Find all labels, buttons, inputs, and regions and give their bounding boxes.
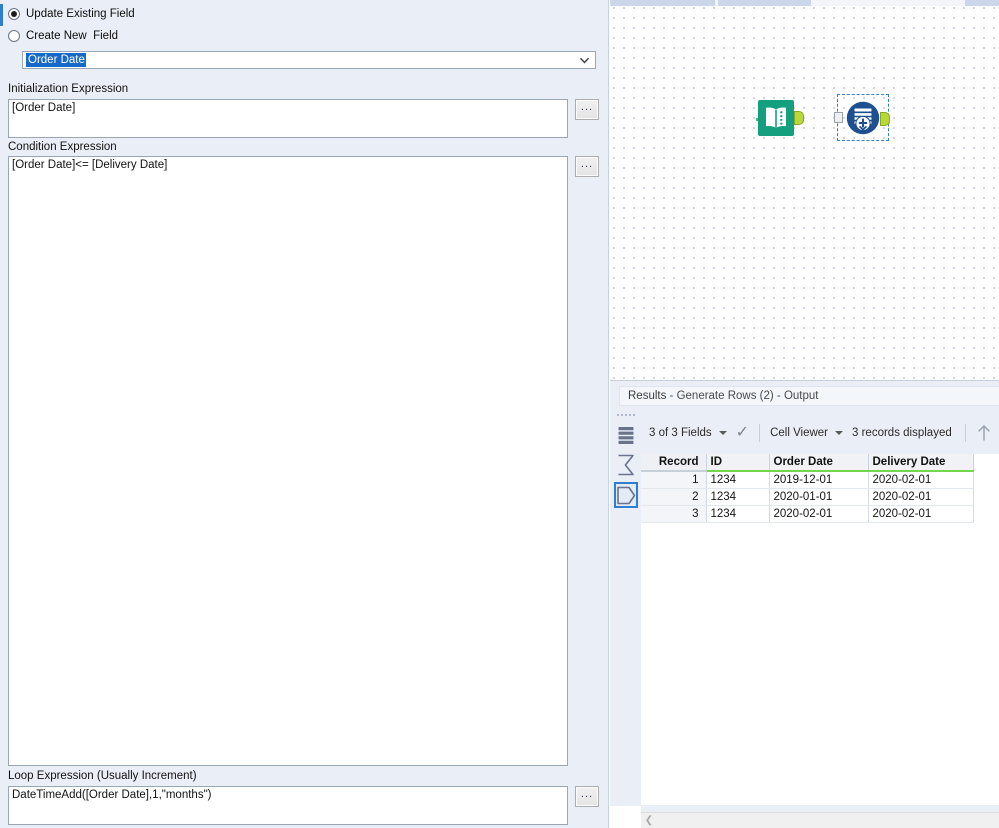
cell-order-date: 2020-02-01: [769, 505, 869, 523]
column-header-id[interactable]: ID: [706, 454, 770, 472]
panel-focus-edge: [0, 4, 3, 26]
toolbar-divider-2: [964, 424, 966, 442]
cell-id: 1234: [706, 505, 770, 523]
results-table-head: Record ID Order Date Delivery Date: [641, 454, 974, 472]
checkmark-icon[interactable]: ✓: [736, 425, 749, 441]
results-title: Results - Generate Rows (2) - Output: [628, 390, 818, 402]
cell-delivery-date: 2020-02-01: [868, 488, 974, 506]
arrow-up-icon[interactable]: [976, 424, 992, 442]
node-generate-rows[interactable]: [834, 101, 890, 138]
summary-sigma-icon[interactable]: [614, 452, 638, 478]
field-select-value: Order Date: [26, 53, 86, 67]
alteryx-window: Update Existing Field Create New Field O…: [0, 0, 999, 828]
initialization-expression-builder-button[interactable]: ...: [575, 99, 599, 120]
cell-record: 3: [641, 505, 707, 523]
field-select-dropdown[interactable]: Order Date: [22, 51, 596, 69]
cell-viewer-label[interactable]: Cell Viewer: [770, 427, 828, 439]
table-row[interactable]: 1 1234 2019-12-01 2020-02-01: [641, 471, 974, 489]
table-view-icon[interactable]: [614, 422, 638, 448]
radio-label-update-existing-field: Update Existing Field: [26, 8, 135, 20]
column-header-record[interactable]: Record: [641, 454, 707, 472]
cell-order-date: 2019-12-01: [769, 471, 869, 489]
cell-order-date: 2020-01-01: [769, 488, 869, 506]
radio-create-new-field[interactable]: Create New Field: [8, 28, 118, 44]
loop-expression-builder-button[interactable]: ...: [575, 786, 599, 807]
output-anchor-generate-rows[interactable]: [880, 112, 890, 126]
results-title-bar: Results - Generate Rows (2) - Output: [619, 386, 999, 406]
cell-id: 1234: [706, 471, 770, 489]
cell-record: 2: [641, 488, 707, 506]
initialization-expression-label: Initialization Expression: [8, 83, 129, 95]
workflow-canvas[interactable]: [610, 0, 999, 380]
condition-expression-text: [Order Date]<= [Delivery Date]: [12, 159, 168, 171]
generate-rows-icon: [846, 101, 880, 138]
radio-mark-create-new-field[interactable]: [8, 30, 20, 42]
condition-expression-label: Condition Expression: [8, 141, 117, 153]
cell-delivery-date: 2020-02-01: [868, 471, 974, 489]
radio-update-existing-field[interactable]: Update Existing Field: [8, 6, 135, 22]
initialization-expression-box[interactable]: [Order Date]: [8, 99, 568, 138]
chevron-down-icon-viewer[interactable]: [835, 431, 844, 435]
results-title-rest: - Generate Rows (2) - Output: [666, 390, 819, 402]
chevron-left-icon[interactable]: ❮: [641, 813, 657, 828]
cell-id: 1234: [706, 488, 770, 506]
results-bottom-left-filler: [610, 806, 641, 828]
loop-expression-text: DateTimeAdd([Order Date],1,"months"): [12, 789, 212, 801]
results-toolbar: 3 of 3 Fields ✓ Cell Viewer 3 records di…: [641, 418, 999, 448]
input-anchor-generate-rows[interactable]: [834, 112, 843, 123]
results-table: Record ID Order Date Delivery Date 1 123…: [641, 454, 974, 523]
loop-expression-box[interactable]: DateTimeAdd([Order Date],1,"months"): [8, 786, 568, 825]
canvas-grid[interactable]: [610, 6, 999, 380]
results-table-container[interactable]: Record ID Order Date Delivery Date 1 123…: [641, 454, 999, 805]
results-sidebar: [610, 412, 641, 828]
node-text-input[interactable]: [758, 100, 804, 139]
condition-expression-builder-button[interactable]: ...: [575, 156, 599, 177]
table-row[interactable]: 2 1234 2020-01-01 2020-02-01: [641, 488, 974, 506]
results-title-prefix: Results: [628, 390, 667, 402]
tool-configuration-panel: Update Existing Field Create New Field O…: [0, 0, 609, 828]
radio-mark-update-existing-field[interactable]: [8, 8, 20, 20]
initialization-expression-text: [Order Date]: [12, 102, 76, 114]
condition-expression-box[interactable]: [Order Date]<= [Delivery Date]: [8, 156, 568, 766]
table-header-row: Record ID Order Date Delivery Date: [641, 454, 974, 472]
book-icon: [758, 100, 794, 139]
records-displayed-label: 3 records displayed: [852, 427, 952, 439]
data-output-icon[interactable]: [614, 482, 638, 508]
chevron-down-icon[interactable]: [580, 56, 589, 65]
toolbar-divider-1: [759, 424, 761, 442]
cell-delivery-date: 2020-02-01: [868, 505, 974, 523]
column-header-order-date[interactable]: Order Date: [769, 454, 869, 472]
output-anchor-text-input[interactable]: [794, 111, 804, 125]
results-horizontal-scrollbar[interactable]: ❮: [641, 812, 999, 828]
chevron-down-icon-fields[interactable]: [718, 431, 727, 435]
radio-label-create-new-field: Create New Field: [26, 30, 119, 42]
loop-expression-label: Loop Expression (Usually Increment): [8, 770, 197, 782]
results-table-body: 1 1234 2019-12-01 2020-02-01 2 1234 2020…: [641, 471, 974, 523]
column-header-delivery-date[interactable]: Delivery Date: [868, 454, 974, 472]
results-sidebar-grip[interactable]: [617, 414, 635, 419]
cell-record: 1: [641, 471, 707, 489]
fields-count-label[interactable]: 3 of 3 Fields: [649, 427, 712, 439]
table-row[interactable]: 3 1234 2020-02-01 2020-02-01: [641, 505, 974, 523]
